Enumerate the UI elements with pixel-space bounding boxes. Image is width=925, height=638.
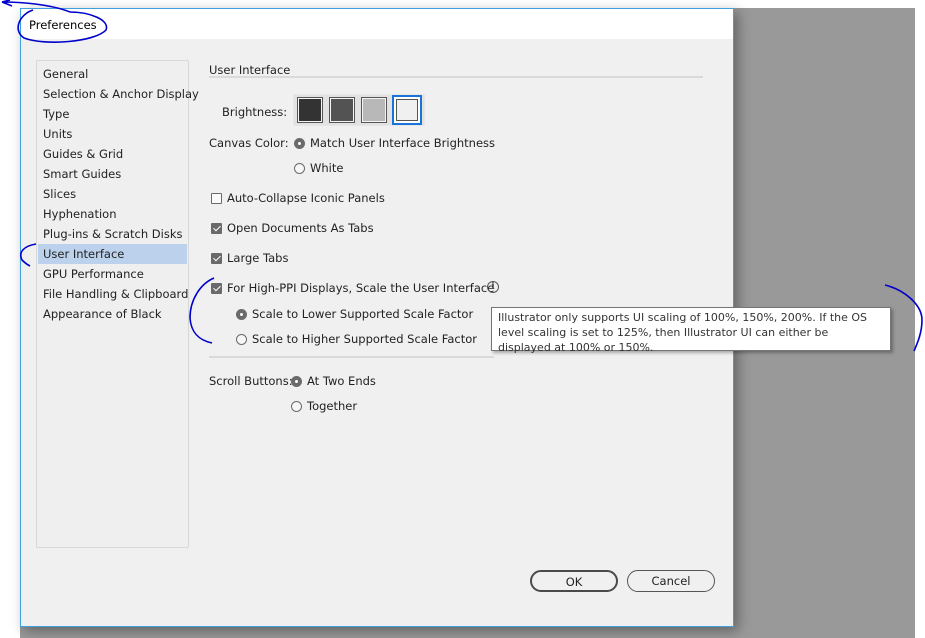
brightness-swatch-medium-light[interactable] — [361, 97, 387, 123]
high-ppi-scale-checkbox[interactable] — [211, 283, 222, 294]
auto-collapse-label[interactable]: Auto-Collapse Iconic Panels — [227, 191, 385, 205]
section-divider — [209, 76, 703, 78]
cancel-button[interactable]: Cancel — [627, 570, 715, 592]
canvas-color-white-label[interactable]: White — [310, 161, 343, 175]
brightness-swatch-dark[interactable] — [297, 97, 323, 123]
auto-collapse-checkbox[interactable] — [211, 193, 222, 204]
sidebar-item-file-handling-clipboard[interactable]: File Handling & Clipboard — [38, 284, 188, 304]
open-docs-as-tabs-checkbox[interactable] — [211, 223, 222, 234]
sidebar-item-appearance-of-black[interactable]: Appearance of Black — [38, 304, 187, 324]
brightness-swatch-light[interactable] — [392, 95, 422, 125]
scale-lower-radio[interactable] — [236, 309, 247, 320]
large-tabs-checkbox[interactable] — [211, 253, 222, 264]
scroll-two-ends-label[interactable]: At Two Ends — [307, 374, 376, 388]
sidebar-item-units[interactable]: Units — [38, 124, 187, 144]
brightness-swatch-group — [293, 94, 425, 126]
canvas-color-white-radio[interactable] — [294, 163, 305, 174]
sidebar-item-user-interface[interactable]: User Interface — [38, 244, 187, 264]
sidebar-item-slices[interactable]: Slices — [38, 184, 187, 204]
scroll-together-label[interactable]: Together — [307, 399, 357, 413]
large-tabs-label[interactable]: Large Tabs — [227, 251, 288, 265]
dialog-title: Preferences — [29, 18, 97, 32]
scroll-two-ends-radio[interactable] — [291, 376, 302, 387]
sidebar-item-plugins-scratch-disks[interactable]: Plug-ins & Scratch Disks — [38, 224, 187, 244]
sidebar-item-type[interactable]: Type — [38, 104, 187, 124]
scroll-together-radio[interactable] — [291, 401, 302, 412]
scale-lower-label[interactable]: Scale to Lower Supported Scale Factor — [252, 307, 473, 321]
scale-higher-label[interactable]: Scale to Higher Supported Scale Factor — [252, 332, 477, 346]
ok-button[interactable]: OK — [530, 570, 618, 592]
scale-higher-radio[interactable] — [236, 334, 247, 345]
high-ppi-scale-label[interactable]: For High-PPI Displays, Scale the User In… — [227, 281, 494, 295]
sidebar-item-guides-grid[interactable]: Guides & Grid — [38, 144, 187, 164]
canvas-color-label: Canvas Color: — [209, 136, 289, 150]
sidebar-item-smart-guides[interactable]: Smart Guides — [38, 164, 187, 184]
scroll-buttons-label: Scroll Buttons: — [209, 374, 293, 388]
brightness-swatch-medium-dark[interactable] — [329, 97, 355, 123]
section-title: User Interface — [209, 63, 291, 77]
category-list: General Selection & Anchor Display Type … — [36, 60, 199, 548]
sidebar-item-selection-anchor-display[interactable]: Selection & Anchor Display — [38, 84, 199, 104]
info-tooltip: Illustrator only supports UI scaling of … — [491, 307, 891, 354]
sidebar-item-hyphenation[interactable]: Hyphenation — [38, 204, 187, 224]
canvas-color-match-radio[interactable] — [294, 138, 305, 149]
brightness-label: Brightness: — [222, 105, 288, 119]
info-icon[interactable]: i — [487, 281, 499, 293]
title-bar[interactable]: Preferences — [21, 9, 733, 39]
sidebar-item-general[interactable]: General — [38, 64, 187, 84]
sidebar-item-gpu-performance[interactable]: GPU Performance — [38, 264, 187, 284]
open-docs-as-tabs-label[interactable]: Open Documents As Tabs — [227, 221, 374, 235]
scale-divider — [209, 356, 494, 358]
canvas-color-match-label[interactable]: Match User Interface Brightness — [310, 136, 495, 150]
